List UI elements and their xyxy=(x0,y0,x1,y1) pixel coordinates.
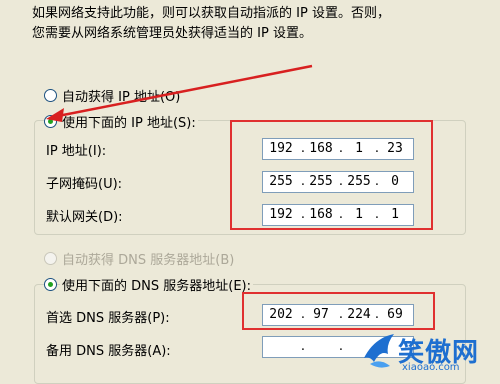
shark-logo-icon xyxy=(364,334,394,368)
annotation-arrow-icon xyxy=(46,64,313,122)
watermark-sub: xiaoao.com xyxy=(402,362,460,373)
